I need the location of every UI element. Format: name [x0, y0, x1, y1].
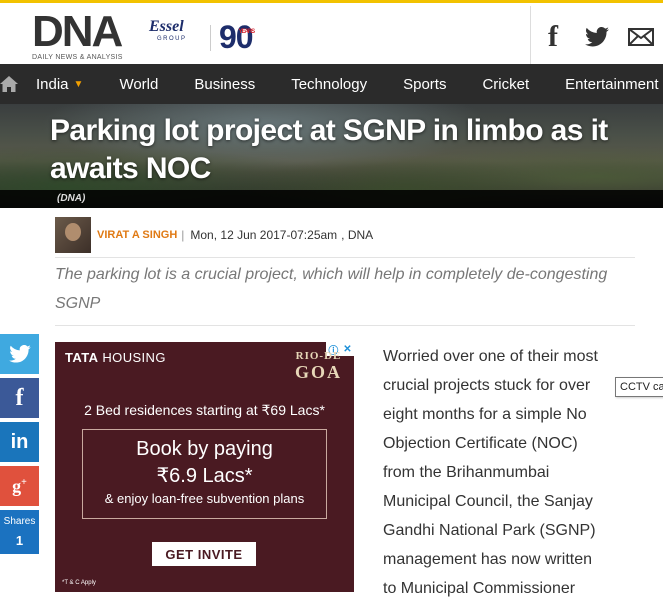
ad-offer-line3: & enjoy loan-free subvention plans [104, 491, 305, 506]
nav-item-technology[interactable]: Technology [273, 64, 385, 104]
google-plus-icon: g+ [12, 475, 27, 496]
dna-logo[interactable]: DNA DAILY NEWS & ANALYSIS [32, 7, 128, 63]
twitter-icon [8, 345, 31, 363]
anniversary-number: 90 [219, 19, 254, 55]
body-line: eight months for a simple No [383, 406, 587, 423]
share-count-label: Shares [3, 516, 36, 527]
facebook-share-button[interactable]: f [0, 378, 39, 418]
byline-separator: | [181, 228, 185, 242]
body-line: Gandhi National Park (SGNP) [383, 522, 596, 539]
author-avatar[interactable] [55, 217, 91, 253]
nav-item-label: India [36, 75, 69, 93]
essel-name: Essel [149, 18, 184, 35]
body-line: Objection Certificate (NOC) [383, 435, 578, 452]
logo-subtitle: DAILY NEWS & ANALYSIS [32, 54, 123, 61]
home-icon[interactable] [0, 64, 18, 104]
body-line: to Municipal Commissioner [383, 580, 576, 597]
twitter-share-button[interactable] [0, 334, 39, 374]
author-name[interactable]: VIRAT A SINGH [97, 229, 177, 241]
nav-item-sports[interactable]: Sports [385, 64, 464, 104]
advertisement[interactable]: ⓘ ✕ TATA HOUSING RIO-DE GOA 2 Bed reside… [55, 342, 354, 592]
nav-item-world[interactable]: World [101, 64, 176, 104]
ad-brand-name: TATA [65, 350, 99, 365]
share-count-value: 1 [15, 533, 24, 548]
twitter-icon[interactable] [575, 15, 619, 59]
article-title: Parking lot project at SGNP in limbo as … [50, 114, 608, 185]
ad-brand-suffix: HOUSING [102, 350, 166, 365]
anniversary-logo: 90 YEARS [219, 19, 276, 56]
essel-group: GROUP [157, 36, 187, 42]
close-icon[interactable]: ✕ [343, 344, 351, 355]
divider [55, 257, 635, 258]
ad-project-logo: RIO-DE GOA [295, 350, 342, 383]
main-nav: India ▼ World Business Technology Sports… [0, 64, 663, 104]
email-icon[interactable] [619, 15, 663, 59]
get-invite-button[interactable]: GET INVITE [152, 542, 256, 566]
body-line: management has now written [383, 551, 592, 568]
header-social: f [530, 6, 663, 67]
caret-down-icon: ▼ [73, 78, 84, 90]
body-line: Municipal Council, the Sanjay [383, 493, 593, 510]
facebook-icon: f [15, 384, 24, 411]
ad-terms: *T & C Apply [62, 580, 96, 586]
image-credit-bar: (DNA) [0, 190, 663, 208]
site-header: DNA DAILY NEWS & ANALYSIS Essel GROUP 90… [0, 0, 663, 67]
byline: VIRAT A SINGH | Mon, 12 Jun 2017-07:25am… [55, 216, 635, 254]
essel-logo: Essel GROUP [149, 18, 209, 56]
nav-item-cricket[interactable]: Cricket [464, 64, 547, 104]
nav-item-business[interactable]: Business [176, 64, 273, 104]
publish-date: Mon, 12 Jun 2017-07:25am [190, 228, 338, 242]
linkedin-share-button[interactable]: in [0, 422, 39, 462]
logo-text: DNA [32, 7, 123, 56]
divider [55, 325, 635, 326]
header-divider [210, 25, 211, 51]
nav-item-india[interactable]: India ▼ [18, 64, 101, 104]
share-rail: f in g+ Shares 1 [0, 334, 39, 554]
ad-headline: 2 Bed residences starting at ₹69 Lacs* [84, 402, 325, 418]
google-plus-share-button[interactable]: g+ [0, 466, 39, 506]
article-source: , DNA [341, 228, 374, 242]
ad-offer-line2: ₹6.9 Lacs* [156, 465, 253, 487]
article-summary: The parking lot is a crucial project, wh… [55, 266, 608, 312]
share-count: Shares 1 [0, 510, 39, 554]
ad-offer-box: Book by paying ₹6.9 Lacs* & enjoy loan-f… [82, 429, 327, 519]
anniversary-label: YEARS [238, 29, 255, 35]
ad-offer-line1: Book by paying [136, 438, 273, 460]
nav-item-entertainment[interactable]: Entertainment [547, 64, 663, 104]
facebook-icon[interactable]: f [531, 15, 575, 59]
body-line: from the Brihanmumbai [383, 464, 550, 481]
ad-brand: TATA HOUSING [65, 350, 166, 365]
linkedin-icon: in [10, 430, 29, 453]
ad-project-line2: GOA [294, 362, 342, 382]
ad-project-line1: RIO-DE [295, 350, 342, 362]
tooltip: CCTV ca [615, 377, 663, 397]
body-line: Worried over one of their most [383, 348, 598, 365]
image-credit: (DNA) [57, 193, 86, 204]
